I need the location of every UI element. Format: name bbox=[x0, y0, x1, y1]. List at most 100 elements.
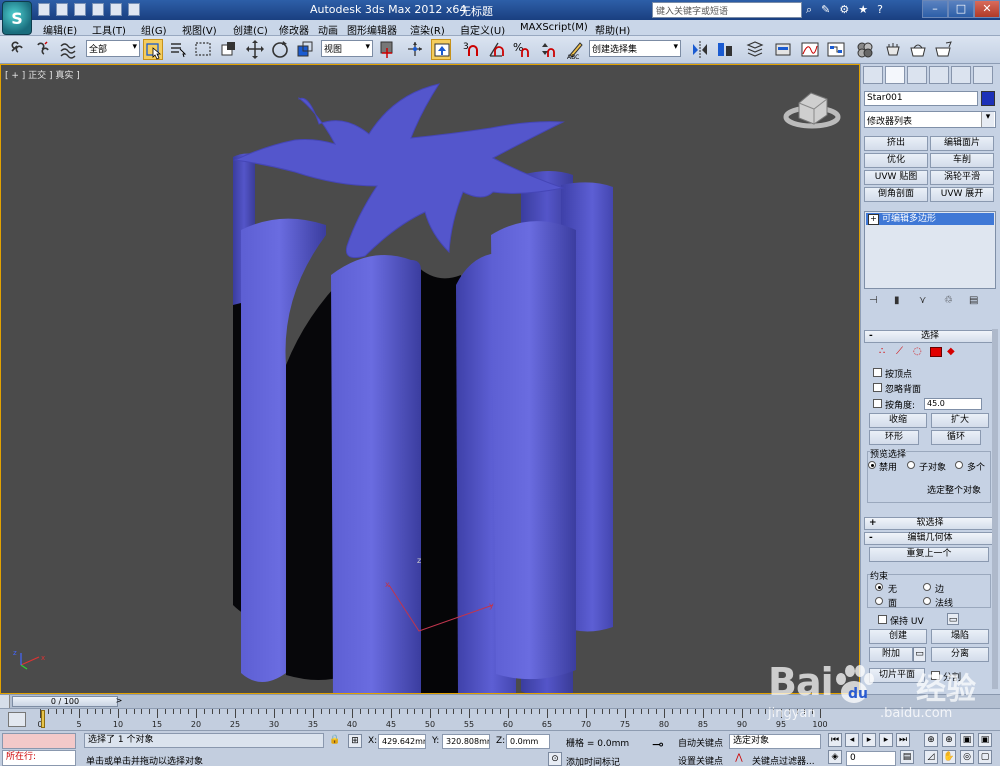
pin-stack-icon[interactable]: ⊣ bbox=[869, 295, 881, 307]
menu-animation[interactable]: 动画 bbox=[318, 22, 338, 37]
viewcube[interactable] bbox=[783, 92, 841, 129]
ring-button[interactable]: 环形 bbox=[869, 430, 919, 445]
element-level-icon[interactable]: ◆ bbox=[947, 347, 959, 357]
app-logo-button[interactable]: S bbox=[2, 1, 32, 35]
new-file-icon[interactable] bbox=[38, 3, 50, 16]
modifier-list-dropdown[interactable]: 修改器列表 bbox=[864, 111, 996, 128]
time-slider-thumb[interactable]: 0 / 100 bbox=[12, 696, 118, 707]
keyboard-shortcut-override-icon[interactable] bbox=[431, 39, 451, 60]
menu-group[interactable]: 组(G) bbox=[141, 22, 167, 37]
z-coord-field[interactable]: 0.0mm bbox=[506, 734, 550, 749]
orbit-icon[interactable]: ◎ bbox=[960, 750, 974, 764]
material-editor-icon[interactable] bbox=[855, 39, 875, 60]
minimize-button[interactable]: – bbox=[922, 0, 948, 18]
angle-spinner[interactable]: 45.0 bbox=[924, 398, 982, 410]
collapse-button[interactable]: 塌陷 bbox=[931, 629, 989, 644]
time-slider-next[interactable]: > bbox=[114, 696, 124, 707]
ignore-backfacing-checkbox[interactable] bbox=[873, 383, 882, 392]
select-object-icon[interactable] bbox=[143, 39, 163, 60]
attach-button[interactable]: 附加 bbox=[869, 647, 913, 662]
close-button[interactable]: ✕ bbox=[974, 0, 1000, 18]
set-key-button[interactable]: 设置关键点 bbox=[678, 754, 723, 766]
zoom-extents-icon[interactable]: ▣ bbox=[960, 733, 974, 747]
vertex-level-icon[interactable]: ∴ bbox=[879, 347, 891, 357]
create-tab-icon[interactable] bbox=[863, 66, 883, 84]
hierarchy-tab-icon[interactable] bbox=[907, 66, 927, 84]
align-icon[interactable] bbox=[715, 39, 735, 60]
menu-edit[interactable]: 编辑(E) bbox=[43, 22, 77, 37]
remove-modifier-icon[interactable]: ♲ bbox=[944, 295, 956, 307]
soft-selection-rollout-header[interactable]: + 软选择 bbox=[864, 517, 996, 530]
command-panel-scrollbar[interactable] bbox=[992, 329, 998, 689]
viewport-label[interactable]: [ + ] 正交 ] 真实 ] bbox=[5, 68, 80, 81]
menu-maxscript[interactable]: MAXScript(M) bbox=[520, 22, 588, 33]
detach-button[interactable]: 分离 bbox=[931, 647, 989, 662]
object-color-swatch[interactable] bbox=[981, 91, 995, 106]
go-to-end-icon[interactable]: ⏭ bbox=[896, 733, 910, 747]
make-unique-icon[interactable]: ⋎ bbox=[919, 295, 931, 307]
help-icon[interactable]: ? bbox=[877, 3, 883, 17]
menu-rendering[interactable]: 渲染(R) bbox=[410, 22, 445, 37]
loop-button[interactable]: 循环 bbox=[931, 430, 981, 445]
mirror-icon[interactable] bbox=[690, 39, 710, 60]
stack-item-editable-poly[interactable]: 可编辑多边形 bbox=[866, 213, 994, 225]
open-mini-curve-editor-icon[interactable] bbox=[8, 712, 26, 727]
reference-coordinate-dropdown[interactable]: 视图 bbox=[321, 40, 373, 57]
bevel-profile-modifier-button[interactable]: 倒角剖面 bbox=[864, 187, 928, 202]
current-time-marker[interactable] bbox=[41, 710, 45, 728]
turbosmooth-modifier-button[interactable]: 涡轮平滑 bbox=[930, 170, 994, 185]
motion-tab-icon[interactable] bbox=[929, 66, 949, 84]
add-time-tag-button[interactable]: 添加时间标记 bbox=[566, 755, 620, 766]
rectangular-selection-icon[interactable] bbox=[193, 39, 213, 60]
current-frame-field[interactable]: 0 bbox=[846, 751, 896, 766]
modify-tab-icon[interactable] bbox=[885, 66, 905, 84]
polygon-level-icon[interactable] bbox=[930, 347, 942, 357]
menu-views[interactable]: 视图(V) bbox=[182, 22, 217, 37]
redo-icon[interactable] bbox=[110, 3, 122, 16]
selected-objects-dropdown[interactable]: 选定对象 bbox=[729, 734, 821, 749]
pan-view-icon[interactable]: ✋ bbox=[942, 750, 956, 764]
constraint-normal-radio[interactable] bbox=[923, 597, 931, 605]
auto-key-button[interactable]: 自动关键点 bbox=[678, 736, 723, 749]
split-checkbox[interactable] bbox=[931, 671, 940, 680]
maxscript-listener[interactable] bbox=[2, 733, 76, 749]
field-of-view-icon[interactable]: ◿ bbox=[924, 750, 938, 764]
edit-named-selection-icon[interactable]: ABC bbox=[566, 39, 586, 61]
zoom-extents-all-icon[interactable]: ▣ bbox=[978, 733, 992, 747]
manage-layers-icon[interactable] bbox=[745, 39, 765, 60]
maximize-viewport-icon[interactable]: ▢ bbox=[978, 750, 992, 764]
time-slider-prev[interactable] bbox=[0, 695, 10, 708]
community-icon[interactable]: ⚙ bbox=[839, 3, 849, 17]
key-filters-button[interactable]: 关键点过滤器... bbox=[752, 754, 815, 766]
selection-lock-icon[interactable]: 🔒 bbox=[328, 734, 342, 748]
snaps-toggle-icon[interactable]: 3 bbox=[462, 39, 482, 60]
menu-help[interactable]: 帮助(H) bbox=[595, 22, 630, 37]
by-angle-checkbox[interactable] bbox=[873, 399, 882, 408]
select-by-name-icon[interactable] bbox=[168, 39, 188, 60]
select-and-link-icon[interactable] bbox=[8, 39, 28, 60]
preview-multi-radio[interactable] bbox=[955, 461, 963, 469]
window-crossing-icon[interactable] bbox=[218, 39, 238, 60]
configure-modifier-sets-icon[interactable]: ▤ bbox=[969, 295, 981, 307]
track-bar-ruler[interactable]: 0 5 10 15 20 25 30 35 40 45 50 55 60 65 70 75 80 85 90 95 10… bbox=[37, 709, 840, 731]
repeat-last-button[interactable]: 重复上一个 bbox=[869, 547, 989, 562]
save-file-icon[interactable] bbox=[74, 3, 86, 16]
next-frame-icon[interactable]: ▸ bbox=[879, 733, 893, 747]
attach-settings-icon[interactable]: ▭ bbox=[913, 647, 926, 662]
undo-icon[interactable] bbox=[92, 3, 104, 16]
lathe-modifier-button[interactable]: 车削 bbox=[930, 153, 994, 168]
angle-snap-toggle-icon[interactable] bbox=[487, 39, 507, 60]
preview-disabled-radio[interactable] bbox=[868, 461, 876, 469]
default-in-out-tangents-icon[interactable]: ⋀ bbox=[732, 752, 746, 766]
render-setup-icon[interactable] bbox=[883, 39, 903, 60]
shrink-button[interactable]: 收缩 bbox=[869, 413, 927, 428]
bind-to-space-warp-icon[interactable] bbox=[58, 39, 78, 60]
create-button[interactable]: 创建 bbox=[869, 629, 927, 644]
menu-customize[interactable]: 自定义(U) bbox=[460, 22, 505, 37]
key-mode-toggle-icon[interactable]: ◈ bbox=[828, 750, 842, 764]
named-selection-sets-dropdown[interactable]: 创建选择集 bbox=[589, 40, 681, 57]
select-and-manipulate-icon[interactable] bbox=[405, 39, 425, 60]
go-to-start-icon[interactable]: ⏮ bbox=[828, 733, 842, 747]
constraint-none-radio[interactable] bbox=[875, 583, 883, 591]
edit-geometry-rollout-header[interactable]: - 编辑几何体 bbox=[864, 532, 996, 545]
